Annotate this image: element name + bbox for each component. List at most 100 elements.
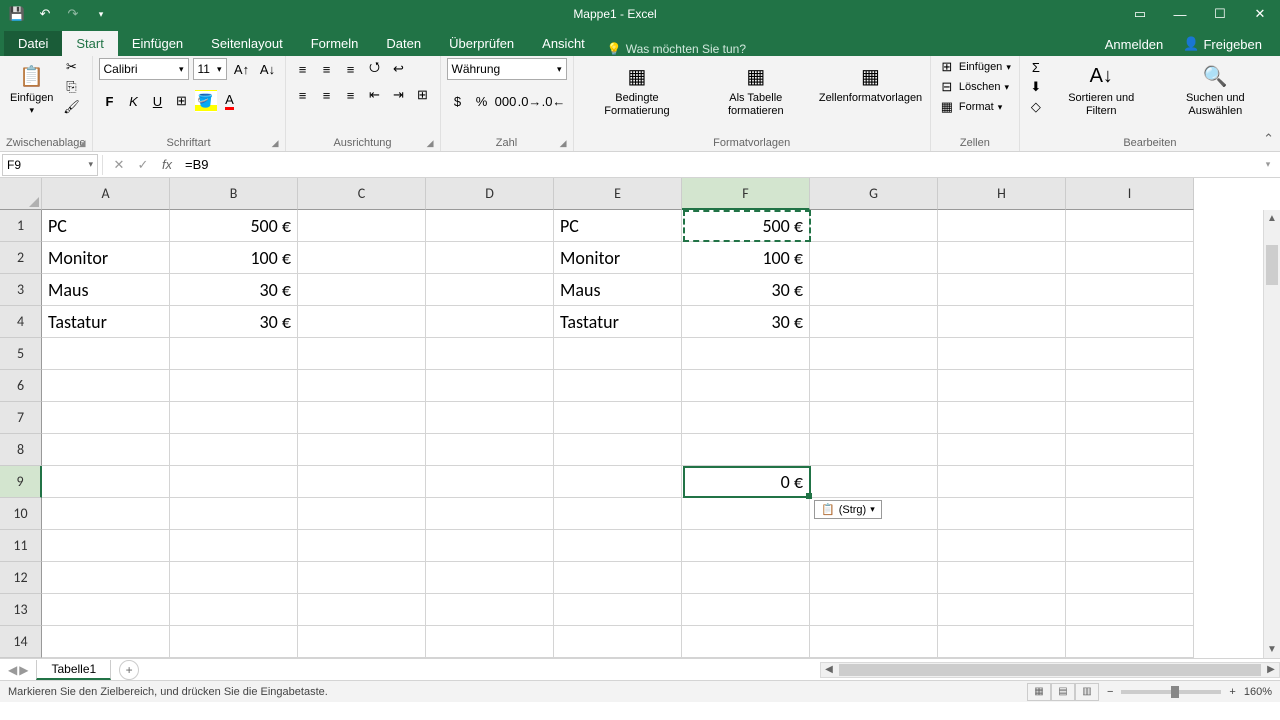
bold-button[interactable]: F <box>99 90 121 112</box>
row-header[interactable]: 7 <box>0 402 42 434</box>
autosum-button[interactable]: Σ <box>1026 58 1046 76</box>
accounting-format-button[interactable]: $ <box>447 90 469 112</box>
cell[interactable] <box>426 594 554 626</box>
tab-home[interactable]: Start <box>62 31 117 56</box>
cell[interactable] <box>426 210 554 242</box>
cell[interactable] <box>1066 338 1194 370</box>
font-name-select[interactable]: Calibri▾ <box>99 58 189 80</box>
scroll-thumb[interactable] <box>1266 245 1278 285</box>
cell[interactable] <box>938 370 1066 402</box>
zoom-level[interactable]: 160% <box>1244 686 1272 698</box>
cell[interactable]: 30 € <box>682 306 810 338</box>
scroll-up-icon[interactable]: ▲ <box>1264 210 1280 227</box>
maximize-icon[interactable]: ☐ <box>1200 0 1240 28</box>
column-header[interactable]: D <box>426 178 554 210</box>
cell[interactable] <box>42 530 170 562</box>
cell[interactable] <box>810 402 938 434</box>
row-header[interactable]: 2 <box>0 242 42 274</box>
dialog-launcher-icon[interactable]: ◢ <box>427 138 434 149</box>
tab-insert[interactable]: Einfügen <box>118 31 197 56</box>
cell[interactable] <box>682 594 810 626</box>
decrease-font-button[interactable]: A↓ <box>257 58 279 80</box>
scroll-left-icon[interactable]: ◀ <box>821 664 837 675</box>
cell[interactable] <box>1066 594 1194 626</box>
cell[interactable] <box>554 626 682 658</box>
cell[interactable] <box>170 530 298 562</box>
cell[interactable] <box>682 434 810 466</box>
cell[interactable] <box>426 626 554 658</box>
row-header[interactable]: 10 <box>0 498 42 530</box>
cell[interactable] <box>298 498 426 530</box>
cell[interactable] <box>170 338 298 370</box>
cell[interactable] <box>42 338 170 370</box>
column-header[interactable]: F <box>682 178 810 210</box>
sheet-nav-prev-icon[interactable]: ◀ <box>8 663 17 677</box>
cut-button[interactable]: ✂ <box>61 58 81 76</box>
cell[interactable] <box>42 562 170 594</box>
cell[interactable] <box>810 434 938 466</box>
row-header[interactable]: 13 <box>0 594 42 626</box>
cell[interactable]: 30 € <box>170 306 298 338</box>
collapse-ribbon-icon[interactable]: ⌃ <box>1263 131 1274 147</box>
cell[interactable] <box>426 530 554 562</box>
cell[interactable] <box>1066 466 1194 498</box>
cell[interactable] <box>1066 370 1194 402</box>
cell[interactable] <box>426 338 554 370</box>
scroll-right-icon[interactable]: ▶ <box>1263 664 1279 675</box>
dialog-launcher-icon[interactable]: ◢ <box>272 138 279 149</box>
cell[interactable] <box>810 242 938 274</box>
cell[interactable] <box>810 210 938 242</box>
formula-input[interactable]: =B9 <box>179 157 1256 172</box>
scroll-thumb[interactable] <box>839 664 1261 676</box>
cell[interactable] <box>426 306 554 338</box>
cell[interactable]: Tastatur <box>42 306 170 338</box>
cell[interactable] <box>170 370 298 402</box>
cell[interactable] <box>554 562 682 594</box>
share-button[interactable]: 👤 Freigeben <box>1173 32 1272 56</box>
cell[interactable]: Tastatur <box>554 306 682 338</box>
cell[interactable] <box>810 466 938 498</box>
cell[interactable] <box>426 498 554 530</box>
cell[interactable] <box>170 594 298 626</box>
cell[interactable] <box>1066 498 1194 530</box>
cell[interactable] <box>42 402 170 434</box>
paste-options-button[interactable]: 📋 (Strg) ▾ <box>814 500 882 519</box>
cell[interactable] <box>810 338 938 370</box>
cell[interactable] <box>42 466 170 498</box>
increase-decimal-button[interactable]: .0→ <box>519 90 541 112</box>
horizontal-scrollbar[interactable]: ◀ ▶ <box>820 662 1280 678</box>
cell[interactable] <box>682 370 810 402</box>
cell[interactable] <box>938 594 1066 626</box>
cell[interactable] <box>554 370 682 402</box>
cell[interactable] <box>298 594 426 626</box>
column-header[interactable]: C <box>298 178 426 210</box>
format-painter-button[interactable]: 🖌 <box>61 98 81 116</box>
cell[interactable] <box>298 530 426 562</box>
column-header[interactable]: A <box>42 178 170 210</box>
confirm-formula-button[interactable]: ✓ <box>131 154 155 176</box>
paste-button[interactable]: 📋 Einfügen ▾ <box>6 58 57 118</box>
dialog-launcher-icon[interactable]: ◢ <box>79 138 86 149</box>
cell[interactable] <box>554 338 682 370</box>
conditional-formatting-button[interactable]: ▦ Bedingte Formatierung <box>580 58 695 120</box>
cell[interactable] <box>298 434 426 466</box>
find-select-button[interactable]: 🔍 Suchen und Auswählen <box>1157 58 1274 120</box>
cell[interactable] <box>426 402 554 434</box>
cell[interactable] <box>170 498 298 530</box>
cell[interactable] <box>298 626 426 658</box>
add-sheet-button[interactable]: + <box>119 660 139 680</box>
cell[interactable] <box>810 370 938 402</box>
undo-icon[interactable]: ↶ <box>36 5 54 23</box>
increase-indent-button[interactable]: ⇥ <box>388 84 410 106</box>
cell[interactable] <box>298 242 426 274</box>
cell[interactable]: Maus <box>554 274 682 306</box>
cell[interactable] <box>554 466 682 498</box>
redo-icon[interactable]: ↷ <box>64 5 82 23</box>
number-format-select[interactable]: Währung▾ <box>447 58 567 80</box>
align-left-button[interactable]: ≡ <box>292 84 314 106</box>
cell[interactable] <box>170 434 298 466</box>
cell[interactable] <box>554 498 682 530</box>
qat-customize-icon[interactable]: ▾ <box>92 5 110 23</box>
column-header[interactable]: I <box>1066 178 1194 210</box>
cell[interactable]: 100 € <box>682 242 810 274</box>
